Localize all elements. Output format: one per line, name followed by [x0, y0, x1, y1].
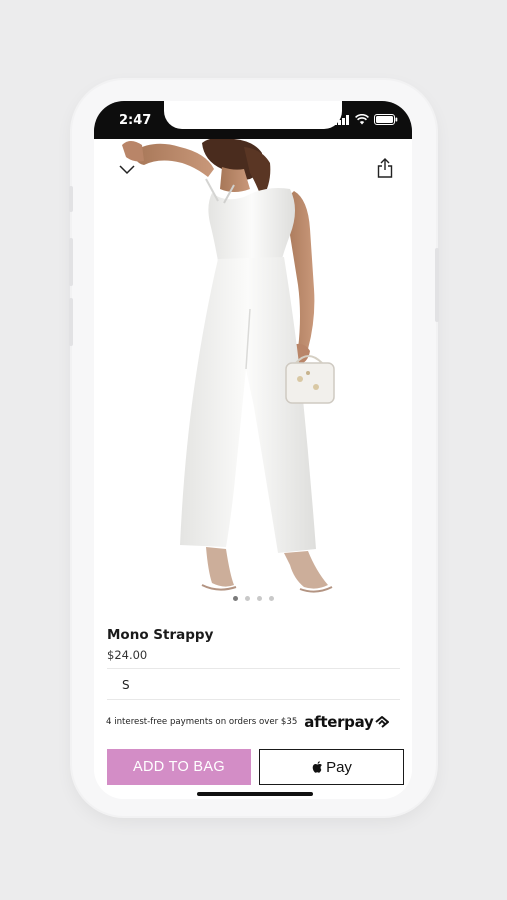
size-selector[interactable]: S — [107, 670, 400, 700]
pagination-dot[interactable] — [244, 596, 250, 601]
product-price: $24.00 — [107, 648, 148, 662]
signal-icon — [334, 114, 349, 125]
afterpay-info[interactable]: 4 interest-free payments on orders over … — [106, 711, 406, 733]
status-icons — [334, 114, 398, 125]
divider — [107, 668, 400, 669]
volume-down-button — [69, 298, 73, 346]
mute-switch — [69, 186, 73, 212]
afterpay-logo: afterpay — [304, 713, 390, 731]
product-title: Mono Strappy — [107, 627, 214, 643]
afterpay-text: 4 interest-free payments on orders over … — [106, 717, 298, 727]
afterpay-logo-icon — [375, 716, 390, 728]
battery-icon — [374, 114, 398, 125]
home-indicator[interactable] — [197, 792, 313, 796]
phone-screen: 2:47 Mono Strappy $24.00 S 4 interest-fr… — [94, 101, 412, 799]
pagination-dot[interactable] — [232, 596, 238, 601]
afterpay-brand: afterpay — [304, 713, 374, 731]
apple-icon — [312, 761, 322, 773]
status-bar: 2:47 — [94, 101, 412, 139]
product-page: Mono Strappy $24.00 S 4 interest-free pa… — [94, 137, 412, 799]
power-button — [435, 248, 439, 322]
apple-pay-label: Pay — [326, 758, 352, 776]
pagination-dot[interactable] — [268, 596, 274, 601]
model-jumpsuit-image — [122, 137, 335, 593]
add-to-bag-button[interactable]: ADD TO BAG — [107, 749, 251, 785]
product-image[interactable] — [94, 137, 412, 615]
image-pagination[interactable] — [94, 596, 412, 601]
wifi-icon — [355, 114, 369, 125]
stage: 2:47 Mono Strappy $24.00 S 4 interest-fr… — [0, 0, 507, 900]
volume-up-button — [69, 238, 73, 286]
selected-size: S — [122, 678, 130, 692]
pagination-dot[interactable] — [256, 596, 262, 601]
share-icon[interactable] — [372, 155, 398, 181]
divider — [107, 699, 400, 700]
notch — [164, 101, 342, 129]
apple-pay-button[interactable]: Pay — [259, 749, 404, 785]
chevron-down-icon[interactable] — [114, 157, 140, 183]
status-time: 2:47 — [119, 113, 152, 128]
